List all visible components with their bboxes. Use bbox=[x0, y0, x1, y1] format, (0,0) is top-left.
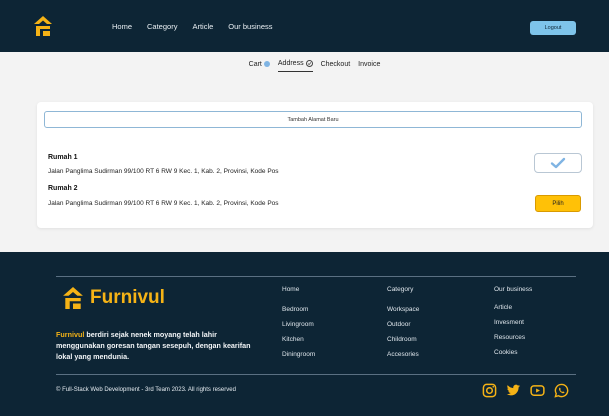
checkmark-icon bbox=[550, 157, 566, 169]
footer-link[interactable]: Article bbox=[494, 304, 512, 311]
footer-brand: Furnivul bbox=[62, 287, 165, 309]
footer-divider-top bbox=[56, 276, 576, 277]
footer-link[interactable]: Childroom bbox=[387, 336, 417, 343]
address-text-1: Jalan Panglima Sudirman 99/100 RT 6 RW 9… bbox=[48, 168, 279, 175]
footer-link[interactable]: Invesment bbox=[494, 319, 524, 326]
footer-link[interactable]: Resources bbox=[494, 334, 525, 341]
step-done-icon bbox=[263, 61, 270, 67]
footer-col-head[interactable]: Category bbox=[387, 286, 413, 293]
social-icons bbox=[482, 383, 569, 398]
nav-link-our-business[interactable]: Our business bbox=[228, 22, 272, 31]
address-name-1: Rumah 1 bbox=[48, 154, 78, 161]
address-card: Tambah Alamat Baru Rumah 1 Jalan Panglim… bbox=[37, 102, 593, 228]
step-invoice-label: Invoice bbox=[358, 60, 381, 68]
instagram-icon[interactable] bbox=[482, 383, 497, 398]
twitter-icon[interactable] bbox=[506, 383, 521, 398]
add-address-button[interactable]: Tambah Alamat Baru bbox=[44, 111, 582, 128]
step-invoice[interactable]: Invoice bbox=[358, 56, 380, 72]
step-checkout[interactable]: Checkout bbox=[321, 56, 351, 72]
logout-button[interactable]: Logout bbox=[530, 21, 576, 35]
tagline-highlight: Furnivul bbox=[56, 330, 85, 339]
checkout-steps: Cart Address Checkout Invoice bbox=[0, 52, 609, 76]
address-selected-button[interactable] bbox=[534, 153, 582, 173]
step-address-label: Address bbox=[277, 60, 304, 67]
footer-tagline: Furnivul berdiri sejak nenek moyang tela… bbox=[56, 329, 251, 362]
nav-link-article[interactable]: Article bbox=[192, 22, 213, 31]
address-text-2: Jalan Panglima Sudirman 99/100 RT 6 RW 9… bbox=[48, 200, 279, 207]
footer-link[interactable]: Bedroom bbox=[282, 306, 308, 313]
whatsapp-icon[interactable] bbox=[554, 383, 569, 398]
footer-link[interactable]: Workspace bbox=[387, 306, 419, 313]
step-address[interactable]: Address bbox=[277, 56, 313, 72]
top-navbar: Home Category Article Our business Logou… bbox=[0, 0, 609, 52]
furnivul-logo-icon bbox=[63, 287, 83, 309]
footer-col-head[interactable]: Our business bbox=[494, 286, 532, 293]
pilih-button[interactable]: Pilih bbox=[535, 195, 581, 212]
check-circle-icon bbox=[305, 60, 313, 67]
step-cart[interactable]: Cart bbox=[249, 56, 270, 72]
footer-link[interactable]: Cookies bbox=[494, 349, 517, 356]
footer-link[interactable]: Livingroom bbox=[282, 321, 314, 328]
nav-link-category[interactable]: Category bbox=[147, 22, 177, 31]
footer: Furnivul Furnivul berdiri sejak nenek mo… bbox=[0, 252, 609, 416]
footer-col-head[interactable]: Home bbox=[282, 286, 299, 293]
step-checkout-label: Checkout bbox=[320, 60, 351, 68]
tagline-text: berdiri sejak nenek moyang telah lahir m… bbox=[56, 330, 251, 361]
furnivul-logo-icon[interactable] bbox=[34, 16, 52, 36]
footer-divider-bottom bbox=[56, 374, 576, 375]
footer-link[interactable]: Diningroom bbox=[282, 351, 315, 358]
youtube-icon[interactable] bbox=[530, 383, 545, 398]
copyright-text: © Full-Stack Web Development - 3rd Team … bbox=[56, 387, 236, 393]
footer-link[interactable]: Kitchen bbox=[282, 336, 304, 343]
footer-link[interactable]: Accesories bbox=[387, 351, 419, 358]
footer-link[interactable]: Outdoor bbox=[387, 321, 411, 328]
nav-links: Home Category Article Our business bbox=[112, 0, 272, 52]
step-cart-label: Cart bbox=[248, 60, 262, 68]
address-name-2: Rumah 2 bbox=[48, 185, 78, 192]
nav-link-home[interactable]: Home bbox=[112, 22, 132, 31]
footer-brand-name: Furnivul bbox=[90, 287, 165, 308]
